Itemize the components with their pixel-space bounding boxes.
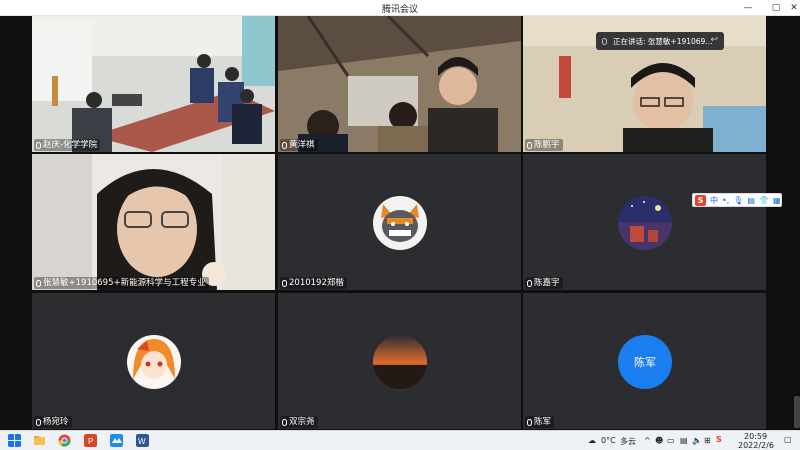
toolbox-icon[interactable]: ▦: [773, 196, 781, 205]
file-explorer-icon[interactable]: [33, 434, 46, 447]
wolf-avatar-icon: [373, 196, 427, 250]
tray-chevron-icon[interactable]: ^: [644, 436, 651, 445]
side-handle[interactable]: [794, 396, 800, 428]
clock-date[interactable]: 2022/2/6: [738, 441, 774, 450]
microphone-icon: [36, 279, 41, 287]
avatar: [373, 335, 427, 389]
speaking-indicator: 正在讲话: 张慧敏+191069... ↩: [596, 32, 724, 50]
minimize-button[interactable]: —: [736, 0, 760, 16]
ime-mode-toggle[interactable]: 中: [710, 195, 718, 206]
chrome-icon[interactable]: [58, 434, 71, 447]
network-icon[interactable]: ▤: [680, 436, 688, 445]
keyboard-icon[interactable]: ▤: [747, 196, 755, 205]
participant-name: 张慧敏+1910695+新能源科学与工程专业: [34, 277, 209, 289]
weather-icon[interactable]: ☁: [588, 436, 596, 445]
avatar: 陈军: [618, 335, 672, 389]
participant-name: 杨宛玲: [34, 416, 72, 428]
participant-tile[interactable]: 杨宛玲: [32, 293, 275, 429]
participant-name: 陈嘉宇: [525, 277, 563, 289]
sogou-logo-icon[interactable]: S: [695, 194, 706, 206]
avatar: [127, 335, 181, 389]
microphone-icon: [527, 418, 532, 426]
microphone-icon: [36, 418, 41, 426]
punctuation-icon[interactable]: •,: [722, 196, 729, 205]
sogou-tray-icon[interactable]: S: [716, 435, 722, 444]
notification-icon[interactable]: ▢: [784, 435, 792, 444]
microphone-icon: [36, 141, 41, 149]
participant-tile[interactable]: 双宗尧: [278, 293, 521, 429]
volume-icon[interactable]: 🔈: [692, 436, 702, 445]
video-grid: 赵庆-化学学院 黄洋祺 陈鹏宇 张慧敏+1910695+新能源科学与工程专业 2…: [32, 16, 768, 430]
clock-time[interactable]: 20:59: [744, 432, 767, 441]
participant-tile[interactable]: 陈军 陈军: [523, 293, 766, 429]
close-button[interactable]: ✕: [782, 0, 800, 16]
meeting-stage: 赵庆-化学学院 黄洋祺 陈鹏宇 张慧敏+1910695+新能源科学与工程专业 2…: [0, 16, 800, 430]
battery-icon[interactable]: ▭: [667, 436, 675, 445]
night-sky-avatar-icon: [618, 196, 672, 250]
classroom-video: [32, 16, 275, 152]
participant-tile[interactable]: 赵庆-化学学院: [32, 16, 275, 152]
weather-description[interactable]: 多云: [620, 436, 636, 447]
microphone-icon: [527, 141, 532, 149]
microphone-icon: [527, 279, 532, 287]
powerpoint-icon[interactable]: P: [84, 434, 97, 447]
group-video: [278, 16, 521, 152]
avatar: [618, 196, 672, 250]
voice-input-icon[interactable]: 🎙: [733, 196, 743, 205]
participant-tile-active[interactable]: 张慧敏+1910695+新能源科学与工程专业: [32, 154, 275, 290]
participant-name: 2010192郑楷: [280, 277, 347, 289]
title-bar: 腾讯会议 — ▢ ✕: [0, 0, 800, 16]
active-speaker-video: [32, 154, 275, 290]
weather-temperature[interactable]: 0°C: [601, 436, 616, 445]
word-icon[interactable]: W: [136, 434, 149, 447]
person-icon[interactable]: ☻: [655, 436, 663, 445]
anime-avatar-icon: [127, 335, 181, 389]
tencent-meeting-icon[interactable]: [110, 434, 123, 447]
microphone-icon: [282, 141, 287, 149]
microphone-icon: [282, 418, 287, 426]
svg-text:P: P: [88, 437, 93, 446]
participant-name: 赵庆-化学学院: [34, 139, 101, 151]
ime-indicator-icon[interactable]: ⊞: [704, 436, 711, 445]
return-icon[interactable]: ↩: [710, 35, 718, 45]
participant-name: 陈军: [525, 416, 555, 428]
microphone-icon: [602, 37, 607, 45]
participant-tile[interactable]: 2010192郑楷: [278, 154, 521, 290]
participant-name: 黄洋祺: [280, 139, 318, 151]
avatar: [373, 196, 427, 250]
skin-icon[interactable]: 👕: [759, 196, 769, 205]
microphone-icon: [282, 279, 287, 287]
window-title: 腾讯会议: [381, 5, 418, 15]
sunset-avatar-icon: [373, 335, 427, 389]
windows-taskbar: P W ☁ 0°C 多云 ^ ☻ ▭ ▤ 🔈 ⊞ S 20:59 2022/2/…: [0, 430, 800, 450]
participant-name: 陈鹏宇: [525, 139, 563, 151]
participant-tile[interactable]: 陈嘉宇: [523, 154, 766, 290]
participant-name: 双宗尧: [280, 416, 318, 428]
windows-start-icon[interactable]: [8, 434, 21, 447]
participant-tile[interactable]: 黄洋祺: [278, 16, 521, 152]
ime-toolbar[interactable]: S 中 •, 🎙 ▤ 👕 ▦: [692, 193, 782, 207]
svg-text:W: W: [138, 437, 146, 446]
